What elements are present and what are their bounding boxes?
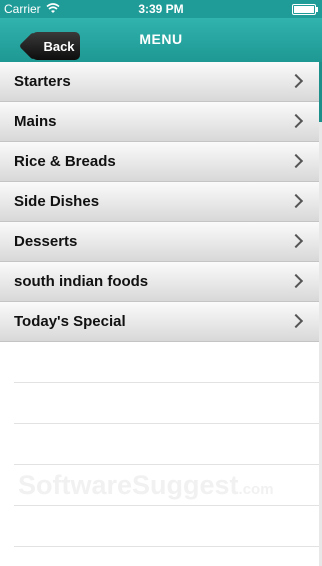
menu-item-side-dishes[interactable]: Side Dishes	[0, 182, 319, 222]
watermark-text: SoftwareSuggest	[18, 470, 239, 500]
back-button[interactable]: Back	[32, 32, 80, 60]
back-button-wrap[interactable]: Back	[16, 25, 80, 60]
watermark: SoftwareSuggest.com	[18, 470, 274, 501]
empty-row	[14, 342, 319, 383]
menu-item-mains[interactable]: Mains	[0, 102, 319, 142]
chevron-right-icon	[288, 113, 304, 129]
status-time: 3:39 PM	[138, 2, 184, 16]
chevron-right-icon	[288, 313, 304, 329]
chevron-right-icon	[288, 73, 304, 89]
chevron-right-icon	[288, 273, 304, 289]
menu-item-label: Rice & Breads	[14, 153, 116, 170]
empty-row	[14, 424, 319, 465]
status-bar: Carrier 3:39 PM	[0, 0, 322, 18]
battery-icon	[292, 4, 318, 15]
empty-row	[14, 383, 319, 424]
navigation-bar: Back MENU	[0, 18, 322, 63]
menu-item-starters[interactable]: Starters	[0, 62, 319, 102]
menu-item-label: Today's Special	[14, 313, 126, 330]
menu-item-label: south indian foods	[14, 273, 149, 290]
chevron-right-icon	[288, 153, 304, 169]
chevron-right-icon	[288, 193, 304, 209]
empty-row	[14, 506, 319, 547]
menu-item-label: Desserts	[14, 233, 78, 250]
menu-item-label: Side Dishes	[14, 193, 100, 210]
chevron-right-icon	[288, 233, 304, 249]
menu-item-todays-special[interactable]: Today's Special	[0, 302, 319, 342]
menu-item-label: Mains	[14, 113, 57, 130]
menu-item-label: Starters	[14, 73, 71, 90]
watermark-suffix: .com	[238, 481, 274, 498]
empty-rows	[0, 342, 319, 547]
menu-item-desserts[interactable]: Desserts	[0, 222, 319, 262]
menu-item-rice-breads[interactable]: Rice & Breads	[0, 142, 319, 182]
menu-item-south-indian-foods[interactable]: south indian foods	[0, 262, 319, 302]
menu-list: Starters Mains Rice & Breads Side Dishes…	[0, 62, 319, 342]
